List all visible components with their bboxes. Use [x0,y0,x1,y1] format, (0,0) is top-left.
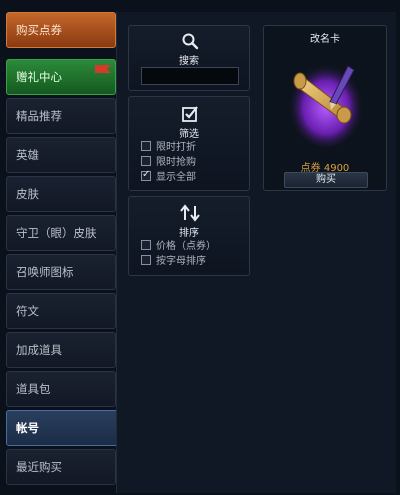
sidebar-item-buy-rp[interactable]: 购买点券 [6,12,116,48]
sidebar-item-recent-purchases[interactable]: 最近购买 [6,449,116,485]
sidebar-item-ward-skins[interactable]: 守卫（眼）皮肤 [6,215,116,251]
sidebar-item-label: 赠礼中心 [16,70,62,84]
filter-option-label: 限时打折 [156,142,196,153]
checkbox[interactable] [141,254,151,265]
checkbox[interactable] [141,239,151,250]
product-title: 改名卡 [310,34,340,45]
sort-option-label: 价格（点券） [156,241,216,252]
sidebar-item-label: 帐号 [16,421,39,435]
sort-arrows-icon [180,204,200,222]
search-panel: 搜索 [128,25,250,91]
search-icon[interactable] [181,32,199,50]
sort-option-alphabetical[interactable]: 按字母排序 [141,253,206,267]
sidebar-item-label: 最近购买 [16,460,62,474]
filter-panel: 筛选 限时打折 限时抢购 显示全部 [128,96,250,191]
gift-ribbon-icon [95,65,111,73]
sidebar-item-label: 召唤师图标 [16,265,74,279]
checkbox[interactable] [141,155,151,166]
store-window: 购买点券 赠礼中心 精品推荐 英雄 皮肤 守卫（眼）皮肤 召唤师图标 符文 加成… [0,0,400,495]
search-input[interactable] [141,67,239,85]
sidebar-item-label: 守卫（眼）皮肤 [16,226,97,240]
sidebar-item-label: 道具包 [16,382,51,396]
sidebar-item-skins[interactable]: 皮肤 [6,176,116,212]
sidebar-item-label: 加成道具 [16,343,62,357]
buy-button[interactable]: 购买 [284,172,368,188]
sidebar-item-label: 符文 [16,304,39,318]
sidebar-item-featured[interactable]: 精品推荐 [6,98,116,134]
sidebar-item-gift-center[interactable]: 赠礼中心 [6,59,116,95]
checkbox-checked[interactable] [141,169,151,181]
filter-option-show-all[interactable]: 显示全部 [141,169,196,183]
filter-option-flash-sale[interactable]: 限时抢购 [141,154,196,168]
store-main-panel: 搜索 筛选 限时打折 限时抢购 显示全部 [116,12,396,493]
filter-option-limited-discount[interactable]: 限时打折 [141,139,196,153]
sidebar-item-champions[interactable]: 英雄 [6,137,116,173]
checkbox-icon [182,106,198,122]
sidebar-item-label: 英雄 [16,148,39,162]
sidebar-item-runes[interactable]: 符文 [6,293,116,329]
sort-panel: 排序 价格（点券） 按字母排序 [128,196,250,276]
store-sidebar: 购买点券 赠礼中心 精品推荐 英雄 皮肤 守卫（眼）皮肤 召唤师图标 符文 加成… [6,12,118,492]
sidebar-item-label: 皮肤 [16,187,39,201]
sidebar-item-label: 购买点券 [16,23,62,37]
sidebar-item-summoner-icons[interactable]: 召唤师图标 [6,254,116,290]
sidebar-item-account[interactable]: 帐号 [6,410,118,446]
filter-option-label: 显示全部 [156,172,196,183]
search-label: 搜索 [179,56,199,67]
name-change-scroll-image [288,59,364,147]
product-card[interactable]: 改名卡 点券 4900 购买 [263,25,387,191]
sort-option-label: 按字母排序 [156,256,206,267]
sidebar-item-boosts[interactable]: 加成道具 [6,332,116,368]
checkbox[interactable] [141,140,151,151]
filter-option-label: 限时抢购 [156,157,196,168]
sidebar-item-label: 精品推荐 [16,109,62,123]
sort-option-price[interactable]: 价格（点券） [141,238,216,252]
sidebar-item-bundles[interactable]: 道具包 [6,371,116,407]
